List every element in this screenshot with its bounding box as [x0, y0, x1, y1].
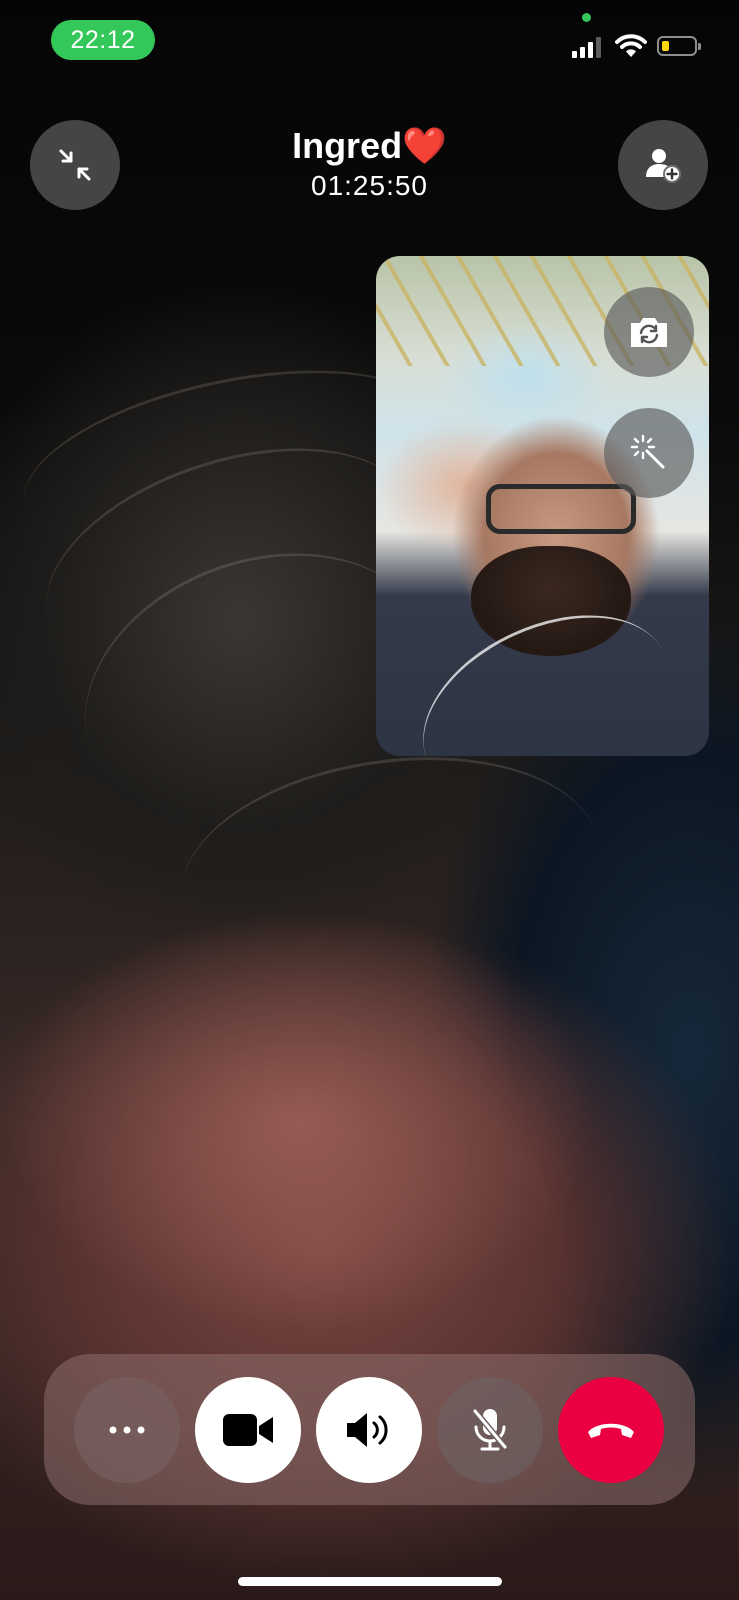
battery-level	[662, 41, 669, 51]
camera-in-use-indicator	[582, 13, 591, 22]
add-person-icon	[646, 149, 681, 183]
microphone-slash-icon	[472, 1408, 508, 1451]
phone-down-icon	[588, 1423, 634, 1438]
wifi-icon	[615, 34, 647, 57]
status-time[interactable]: 22:12	[51, 20, 155, 60]
mute-button[interactable]	[437, 1377, 543, 1483]
effects-button[interactable]	[604, 408, 694, 498]
end-call-button[interactable]	[558, 1377, 664, 1483]
status-bar: 22:12	[0, 0, 739, 85]
glasses	[486, 484, 636, 534]
video-call-screen: 22:12 Ingred❤️ 01:25:50	[0, 0, 739, 1600]
flip-camera-button[interactable]	[604, 287, 694, 377]
effects-wand-icon	[630, 434, 665, 469]
speaker-icon	[347, 1413, 388, 1447]
add-person-button[interactable]	[618, 120, 708, 210]
speaker-button[interactable]	[316, 1377, 422, 1483]
camera-flip-icon	[631, 318, 667, 347]
ellipsis-icon	[109, 1426, 145, 1434]
more-button[interactable]	[74, 1377, 180, 1483]
signal-icon	[572, 36, 604, 58]
home-indicator[interactable]	[238, 1577, 502, 1586]
video-camera-icon	[223, 1414, 273, 1446]
video-button[interactable]	[195, 1377, 301, 1483]
battery-icon	[657, 36, 701, 56]
